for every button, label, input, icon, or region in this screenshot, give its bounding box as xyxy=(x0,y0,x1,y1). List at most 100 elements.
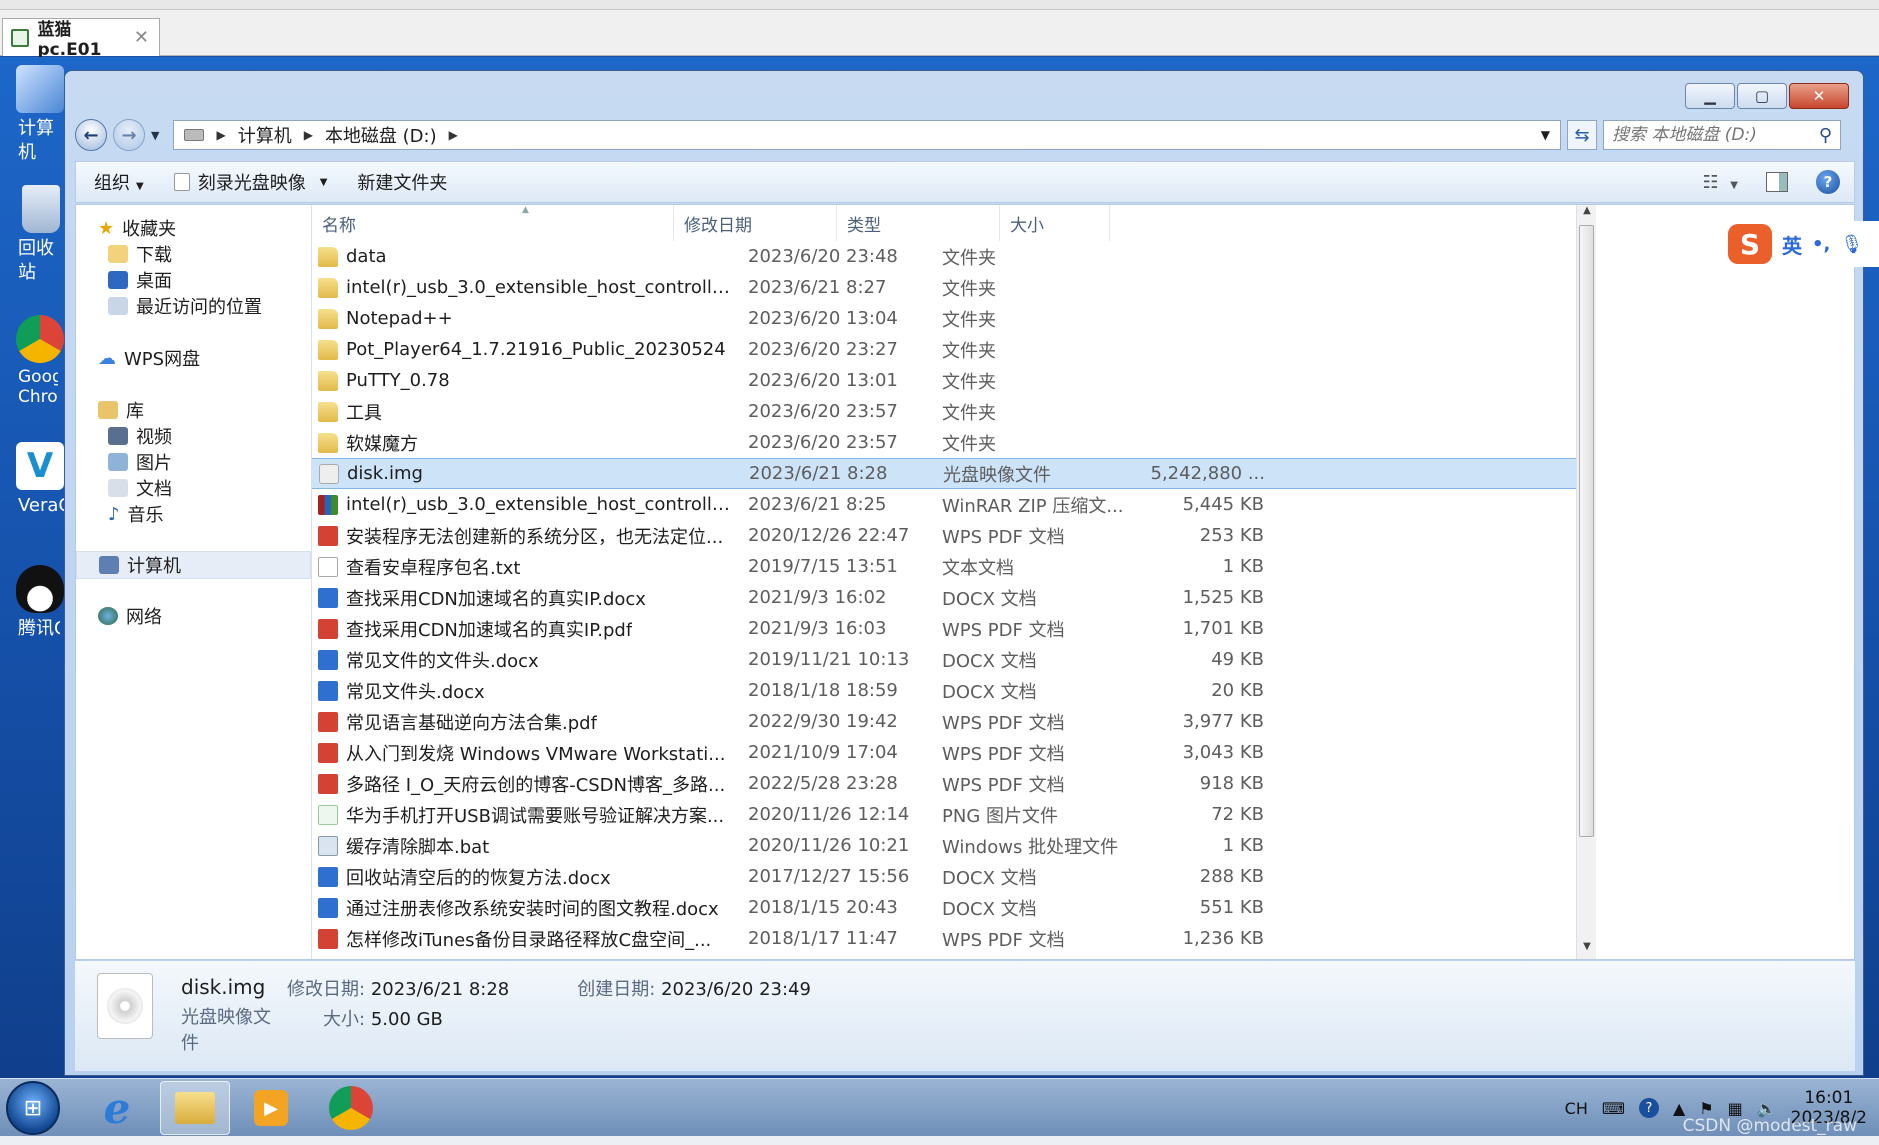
volume-icon[interactable]: 🔈 xyxy=(1757,1099,1777,1118)
file-row[interactable]: 从入门到发烧 Windows VMware Workstati... 2021/1… xyxy=(312,737,1596,768)
forward-button[interactable]: → xyxy=(113,119,145,151)
address-dropdown-icon[interactable]: ▼ xyxy=(1531,128,1560,142)
taskbar-chrome[interactable] xyxy=(316,1081,386,1135)
file-row[interactable]: 缓存清除脚本.bat 2020/11/26 10:21 Windows 批处理文件 1… xyxy=(312,830,1596,861)
ime-punctuation[interactable]: •, xyxy=(1812,234,1830,255)
file-row[interactable]: 怎样修改iTunes备份目录路径释放C盘空间_... 2018/1/17 11:4… xyxy=(312,923,1596,954)
scroll-up-icon[interactable]: ▲ xyxy=(1577,205,1596,223)
keyboard-icon[interactable]: ⌨ xyxy=(1602,1099,1625,1118)
breadcrumb-separator-icon[interactable]: ▶ xyxy=(304,128,313,142)
file-row[interactable]: 查找采用CDN加速域名的真实IP.pdf 2021/9/3 16:03 WPS PD… xyxy=(312,613,1596,644)
nav-network[interactable]: 网络 xyxy=(76,603,311,629)
file-row[interactable]: PuTTY_0.78 2023/6/20 13:01 文件夹 xyxy=(312,365,1596,396)
column-header-size[interactable]: 大小 xyxy=(1000,205,1110,241)
preview-pane-button[interactable] xyxy=(1766,172,1788,192)
refresh-button[interactable]: ⇆ xyxy=(1567,120,1597,150)
file-row[interactable]: 常见语言基础逆向方法合集.pdf 2022/9/30 19:42 WPS PDF 文… xyxy=(312,706,1596,737)
help-icon[interactable]: ? xyxy=(1638,1098,1659,1118)
search-box[interactable]: ⚲ xyxy=(1603,120,1841,150)
column-header-date[interactable]: 修改日期 xyxy=(674,205,837,241)
file-row[interactable]: 软媒魔方 2023/6/20 23:57 文件夹 xyxy=(312,427,1596,458)
file-row[interactable]: data 2023/6/20 23:48 文件夹 xyxy=(312,241,1596,272)
vm-tab-close-icon[interactable]: ✕ xyxy=(134,27,149,48)
nav-wps-cloud[interactable]: ☁ WPS网盘 xyxy=(76,345,311,371)
nav-downloads[interactable]: 下载 xyxy=(76,241,311,267)
close-button[interactable]: ✕ xyxy=(1789,83,1849,109)
taskbar-media-player[interactable]: ▶ xyxy=(236,1081,306,1135)
minimize-button[interactable]: ▁ xyxy=(1685,83,1735,109)
file-row[interactable]: 通过注册表修改系统安装时间的图文教程.docx 2018/1/15 20:43 DO… xyxy=(312,892,1596,923)
file-date: 2023/6/20 13:04 xyxy=(748,308,898,329)
file-row[interactable]: Pot_Player64_1.7.21916_Public_20230524 20… xyxy=(312,334,1596,365)
file-row[interactable]: intel(r)_usb_3.0_extensible_host_control… xyxy=(312,272,1596,303)
nav-computer[interactable]: 计算机 xyxy=(76,551,311,579)
file-row[interactable]: 多路径 I_O_天府云创的博客-CSDN博客_多路... 2022/5/28 23… xyxy=(312,768,1596,799)
nav-favorites[interactable]: ★ 收藏夹 xyxy=(76,215,311,241)
desktop-icon-veracrypt[interactable]: V VeraCrypt xyxy=(0,442,70,518)
burn-image-button[interactable]: 刻录光盘映像 ▼ xyxy=(173,169,327,195)
file-row[interactable]: intel(r)_usb_3.0_extensible_host_control… xyxy=(312,489,1596,520)
file-row[interactable]: 重置win10所有应用.txt2018/2/22 16:07文本文档1 KB xyxy=(312,954,1596,959)
file-row[interactable]: 华为手机打开USB调试需要账号验证解决方案... 2020/11/26 12:14… xyxy=(312,799,1596,830)
microphone-icon[interactable]: 🎙 xyxy=(1840,234,1863,255)
search-input[interactable] xyxy=(1612,125,1819,145)
scrollbar-thumb[interactable] xyxy=(1579,225,1594,837)
nav-libraries[interactable]: 库 xyxy=(76,397,311,423)
viewer-top-strip xyxy=(0,0,1879,10)
show-hidden-icons[interactable]: ▲ xyxy=(1673,1099,1685,1118)
details-created: 2023/6/20 23:49 xyxy=(661,979,811,1000)
column-header-type[interactable]: 类型 xyxy=(837,205,1000,241)
file-row[interactable]: 回收站清空后的的恢复方法.docx 2017/12/27 15:56 DOCX 文档… xyxy=(312,861,1596,892)
file-row[interactable]: 查看安卓程序包名.txt 2019/7/15 13:51 文本文档 1 KB xyxy=(312,551,1596,582)
search-icon[interactable]: ⚲ xyxy=(1819,125,1832,146)
nav-recent-places[interactable]: 最近访问的位置 xyxy=(76,293,311,319)
action-center-flag-icon[interactable]: ⚑ xyxy=(1699,1099,1713,1118)
help-icon[interactable]: ? xyxy=(1816,170,1840,194)
change-view-button[interactable]: ☷ ▼ xyxy=(1702,172,1738,193)
breadcrumb-drive-d[interactable]: 本地磁盘 (D:) xyxy=(325,122,437,148)
taskbar-ie[interactable]: e xyxy=(82,1081,152,1135)
file-row[interactable]: 查找采用CDN加速域名的真实IP.docx 2021/9/3 16:02 DOCX … xyxy=(312,582,1596,613)
file-row[interactable]: 工具 2023/6/20 23:57 文件夹 xyxy=(312,396,1596,427)
file-name-cell: intel(r)_usb_3.0_extensible_host_control… xyxy=(312,494,734,515)
maximize-button[interactable]: ▢ xyxy=(1737,83,1787,109)
new-folder-button[interactable]: 新建文件夹 xyxy=(357,169,447,195)
taskbar-explorer[interactable] xyxy=(160,1081,230,1135)
file-type: DOCX 文档 xyxy=(942,681,1037,703)
file-size: 72 KB xyxy=(1211,804,1264,825)
file-row[interactable]: 安装程序无法创建新的系统分区，也无法定位... 2020/12/26 22:47 W… xyxy=(312,520,1596,551)
ime-mode[interactable]: 英 xyxy=(1782,230,1802,259)
back-button[interactable]: ← xyxy=(75,119,107,151)
nav-documents[interactable]: 文档 xyxy=(76,475,311,501)
explorer-body: ★ 收藏夹 下载 桌面 最近访问的位置 ☁ WPS网盘 库 视频 图片 文档 ♪ 音乐… xyxy=(75,204,1855,960)
nav-videos[interactable]: 视频 xyxy=(76,423,311,449)
recent-pages-dropdown-icon[interactable]: ▼ xyxy=(151,129,159,142)
sogou-logo-icon[interactable]: S xyxy=(1728,224,1772,264)
vertical-scrollbar[interactable]: ▲ ▼ xyxy=(1576,205,1596,959)
desktop-icon-qq[interactable]: 腾讯QQ xyxy=(0,565,70,641)
desktop-icon-recycle-bin[interactable]: 回收站 xyxy=(0,185,70,285)
nav-pictures[interactable]: 图片 xyxy=(76,449,311,475)
file-row[interactable]: Notepad++ 2023/6/20 13:04 文件夹 xyxy=(312,303,1596,334)
address-bar[interactable]: ▶ 计算机 ▶ 本地磁盘 (D:) ▶ ▼ xyxy=(173,120,1561,150)
network-tray-icon[interactable]: ▦ xyxy=(1728,1099,1743,1118)
file-row[interactable]: disk.img 2023/6/21 8:28 光盘映像文件 5,242,880 ..… xyxy=(312,458,1596,489)
column-header-name[interactable]: 名称 xyxy=(312,205,674,241)
scroll-down-icon[interactable]: ▼ xyxy=(1577,941,1596,959)
organize-button[interactable]: 组织 ▼ xyxy=(94,169,144,195)
viewer-tab-bar: 蓝猫pc.E01 ✕ xyxy=(0,10,1879,60)
ime-toolbar[interactable]: S 英 •, 🎙 xyxy=(1726,221,1879,267)
desktop-icon-chrome[interactable]: Google Chrome xyxy=(0,315,70,407)
breadcrumb-separator-icon[interactable]: ▶ xyxy=(449,128,458,142)
file-date: 2023/6/21 8:28 xyxy=(749,463,888,484)
vm-tab[interactable]: 蓝猫pc.E01 ✕ xyxy=(2,18,160,60)
nav-music[interactable]: ♪ 音乐 xyxy=(76,501,311,527)
start-button[interactable]: ⊞ xyxy=(6,1081,60,1135)
breadcrumb-separator-icon[interactable]: ▶ xyxy=(216,128,225,142)
nav-desktop[interactable]: 桌面 xyxy=(76,267,311,293)
language-indicator[interactable]: CH xyxy=(1565,1099,1588,1118)
breadcrumb-computer[interactable]: 计算机 xyxy=(238,122,292,148)
desktop-icon-computer[interactable]: 计算机 xyxy=(0,65,70,165)
file-row[interactable]: 常见文件头.docx 2018/1/18 18:59 DOCX 文档 20 KB xyxy=(312,675,1596,706)
file-row[interactable]: 常见文件的文件头.docx 2019/11/21 10:13 DOCX 文档 49 K… xyxy=(312,644,1596,675)
